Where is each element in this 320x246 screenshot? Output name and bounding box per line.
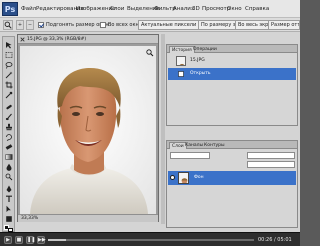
magic-wand-tool-icon[interactable] [5,71,13,79]
opacity-field[interactable] [247,152,295,159]
healing-brush-tool-icon[interactable] [5,103,13,111]
eraser-tool-icon[interactable] [5,143,13,151]
pen-tool-icon[interactable] [5,185,13,193]
blend-mode-select[interactable] [170,152,210,159]
layer-thumbnail [178,172,189,184]
close-document-icon[interactable] [20,37,25,42]
menu-bar: Ps Файл Редактирование Изображение Слои … [0,0,300,18]
layers-panel: Слои Каналы Контуры Фон [166,140,298,228]
zoom-level: 33,33% [21,216,39,221]
history-step[interactable]: Открыть [168,68,296,80]
menu-help[interactable]: Справка [244,3,270,15]
document-tab[interactable]: 15.JPG @ 33,3% (RGB/8#) [18,35,158,44]
shape-tool-icon[interactable] [5,215,13,223]
timeline-slider[interactable] [48,239,254,241]
layer-visibility-eye-icon[interactable] [170,175,175,180]
menu-window[interactable]: Окно [226,3,243,15]
gradient-tool-icon[interactable] [5,153,13,161]
zoom-tool-icon[interactable] [3,20,13,30]
photoshop-window: Ps Файл Редактирование Изображение Слои … [0,0,300,246]
tab-paths[interactable]: Контуры [202,142,227,149]
snapshot-thumbnail [176,56,186,66]
document-status-bar: 33,33% [18,214,158,222]
portrait-photo [20,46,156,214]
tools-panel [2,36,15,232]
print-size-button[interactable]: Размер оттиска [268,20,300,30]
document-title: 15.JPG @ 33,3% (RGB/8#) [27,37,87,42]
document-window: 15.JPG @ 33,3% (RGB/8#) 33,33% [17,34,159,222]
history-brush-tool-icon[interactable] [5,133,13,141]
clone-stamp-tool-icon[interactable] [5,123,13,131]
layer-name: Фон [194,175,204,180]
tab-actions[interactable]: Операции [191,46,219,53]
layer-row[interactable]: Фон [168,171,296,185]
fill-field[interactable] [247,161,295,168]
menu-3d[interactable]: 3D [191,3,201,15]
move-tool-icon[interactable] [5,41,13,49]
history-panel-tabs: История Операции [167,45,297,53]
stop-button[interactable]: ■ [15,236,23,244]
dodge-tool-icon[interactable] [5,173,13,181]
zoom-cursor-icon [146,49,154,57]
history-item-label: Открыть [190,71,211,76]
history-snapshot[interactable]: 15.JPG [168,55,296,67]
zoom-out-icon[interactable]: − [26,20,34,30]
options-bar: + − Подгонять размер окон Во всех окнах … [0,18,300,32]
panel-dock-strip [161,34,165,224]
media-player-bar: ▶ ■ ❚❚ ▶▶ 00:26 / 05:01 [0,232,300,246]
pause-button[interactable]: ❚❚ [26,236,35,244]
resize-windows-checkbox[interactable] [38,22,44,28]
type-tool-icon[interactable] [5,195,13,203]
next-button[interactable]: ▶▶ [37,236,46,244]
play-button[interactable]: ▶ [4,236,12,244]
marquee-tool-icon[interactable] [5,51,13,59]
app-logo: Ps [2,2,18,16]
playback-time: 00:26 / 05:01 [258,237,292,243]
all-windows-checkbox[interactable] [100,22,106,28]
blur-tool-icon[interactable] [5,163,13,171]
zoom-in-icon[interactable]: + [16,20,24,30]
history-item-label: 15.JPG [190,58,205,63]
history-panel: История Операции 15.JPG Открыть [166,44,298,126]
lasso-tool-icon[interactable] [5,61,13,69]
open-document-icon [178,71,184,77]
layers-panel-tabs: Слои Каналы Контуры [167,141,297,149]
crop-tool-icon[interactable] [5,81,13,89]
eyedropper-tool-icon[interactable] [5,91,13,99]
menu-layers[interactable]: Слои [109,3,125,15]
path-selection-tool-icon[interactable] [5,205,13,213]
brush-tool-icon[interactable] [5,113,13,121]
timeline-progress [48,239,66,241]
actual-pixels-button[interactable]: Актуальные пиксели [138,20,200,30]
image-canvas[interactable] [20,46,156,214]
